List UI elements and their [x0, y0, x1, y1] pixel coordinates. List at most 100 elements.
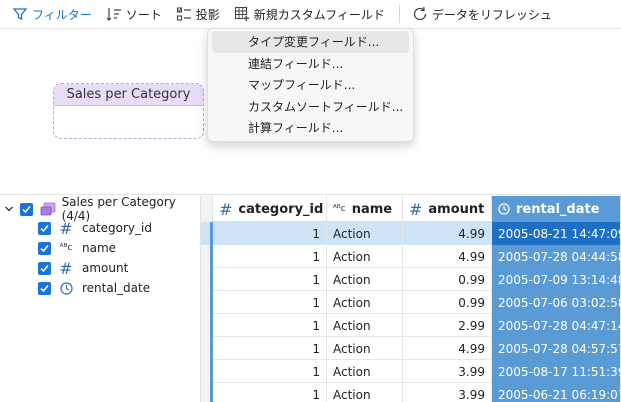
menu-item-map-field[interactable]: マップフィールド...: [212, 74, 409, 96]
refresh-button[interactable]: データをリフレッシュ: [412, 3, 552, 25]
checkbox-rental-date[interactable]: [38, 281, 51, 295]
table-row[interactable]: 1 Action 3.99 2005-06-21 06:19:07: [201, 383, 621, 402]
project-label: 投影: [195, 7, 220, 22]
filter-label: フィルター: [32, 7, 92, 22]
table-row[interactable]: 1 Action 4.99 2005-07-28 04:44:58: [201, 245, 621, 268]
table-cell[interactable]: 3.99: [403, 360, 492, 383]
tree-root[interactable]: Sales per Category (4/4): [4, 195, 200, 223]
column-header-category-id[interactable]: # category_id: [213, 196, 327, 222]
table-cell[interactable]: Action: [327, 360, 403, 383]
row-header[interactable]: [201, 268, 213, 291]
row-header[interactable]: [201, 360, 213, 383]
number-icon: #: [409, 199, 423, 219]
table-cell[interactable]: 0.99: [403, 268, 492, 291]
table-cell[interactable]: 1: [213, 222, 327, 245]
refresh-label: データをリフレッシュ: [431, 7, 552, 22]
column-header-amount[interactable]: # amount: [403, 196, 492, 222]
sort-button[interactable]: ソート: [106, 3, 162, 25]
tree-field-name[interactable]: ᴬᴮc name: [38, 238, 116, 258]
table-cell[interactable]: Action: [327, 291, 403, 314]
table-cell[interactable]: 1: [213, 383, 327, 402]
filter-button[interactable]: フィルター: [12, 3, 92, 25]
new-custom-field-menu: タイプ変更フィールド... 連結フィールド... マップフィールド... カスタ…: [207, 28, 414, 142]
filter-icon: [12, 6, 28, 22]
tree-field-category-id[interactable]: # category_id: [38, 218, 152, 238]
table-cell[interactable]: 2005-08-21 14:47:09: [492, 222, 621, 245]
new-custom-field-button[interactable]: 新規カスタムフィールド: [234, 3, 385, 25]
logical-table-name: Sales per Category: [54, 84, 203, 106]
table-cell[interactable]: 1: [213, 291, 327, 314]
table-cell[interactable]: 2005-08-17 11:51:39: [492, 360, 621, 383]
new-custom-field-label: 新規カスタムフィールド: [253, 7, 385, 22]
field-tree: Sales per Category (4/4) # category_id ᴬ…: [0, 195, 200, 402]
toolbar-separator: [398, 5, 400, 23]
tree-field-amount[interactable]: # amount: [38, 258, 128, 278]
table-row[interactable]: 1 Action 2.99 2005-07-28 04:47:14: [201, 314, 621, 337]
table-cell[interactable]: 4.99: [403, 245, 492, 268]
table-cell[interactable]: 1: [213, 337, 327, 360]
sort-icon: [106, 6, 122, 22]
datetime-icon: [498, 203, 510, 215]
table-row[interactable]: 1 Action 0.99 2005-07-09 13:14:48: [201, 268, 621, 291]
column-header-rental-date[interactable]: rental_date: [492, 196, 621, 222]
table-cell[interactable]: 1: [213, 268, 327, 291]
field-label: amount: [82, 261, 129, 275]
table-cell[interactable]: 0.99: [403, 291, 492, 314]
table-cell[interactable]: 2005-07-06 03:02:58: [492, 291, 621, 314]
chevron-down-icon[interactable]: [4, 204, 15, 214]
checkbox-amount[interactable]: [38, 261, 51, 275]
table-cell[interactable]: Action: [327, 245, 403, 268]
refresh-icon: [412, 6, 428, 22]
field-label: category_id: [82, 221, 152, 235]
menu-item-change-type-field[interactable]: タイプ変更フィールド...: [212, 31, 409, 53]
table-cell[interactable]: Action: [327, 268, 403, 291]
table-cell[interactable]: Action: [327, 383, 403, 402]
project-icon: [176, 6, 192, 22]
menu-item-concatenate-field[interactable]: 連結フィールド...: [212, 53, 409, 75]
string-icon: ᴬᴮc: [59, 243, 73, 253]
data-grid: # category_id ᴬᴮc name # amount rental_d…: [201, 196, 621, 402]
checkbox-category-id[interactable]: [38, 221, 51, 235]
project-button[interactable]: 投影: [176, 3, 220, 25]
table-cell[interactable]: 2005-07-28 04:44:58: [492, 245, 621, 268]
table-cell[interactable]: Action: [327, 314, 403, 337]
table-cell[interactable]: 2005-06-21 06:19:07: [492, 383, 621, 402]
column-header-name[interactable]: ᴬᴮc name: [327, 196, 403, 222]
row-header[interactable]: [201, 314, 213, 337]
tree-field-rental-date[interactable]: rental_date: [38, 278, 150, 298]
row-header[interactable]: [201, 222, 213, 245]
table-cell[interactable]: Action: [327, 222, 403, 245]
row-header[interactable]: [201, 337, 213, 360]
checkbox-name[interactable]: [38, 241, 51, 255]
table-cell[interactable]: 3.99: [403, 383, 492, 402]
grid-header: # category_id ᴬᴮc name # amount rental_d…: [201, 196, 621, 222]
row-header[interactable]: [201, 383, 213, 402]
logical-table-card[interactable]: Sales per Category: [53, 83, 204, 139]
checkbox-root[interactable]: [20, 202, 33, 216]
number-icon: #: [59, 258, 73, 278]
menu-item-custom-sort-field[interactable]: カスタムソートフィールド...: [212, 96, 409, 118]
row-header[interactable]: [201, 245, 213, 268]
table-cell[interactable]: 4.99: [403, 337, 492, 360]
table-cell[interactable]: Action: [327, 337, 403, 360]
table-cell[interactable]: 2005-07-28 04:57:57: [492, 337, 621, 360]
table-cell[interactable]: 2005-07-09 13:14:48: [492, 268, 621, 291]
table-row[interactable]: 1 Action 4.99 2005-08-21 14:47:09: [201, 222, 621, 245]
row-header[interactable]: [201, 291, 213, 314]
custom-field-icon: [234, 6, 250, 22]
field-label: rental_date: [82, 281, 151, 295]
table-cell[interactable]: 1: [213, 245, 327, 268]
table-row[interactable]: 1 Action 0.99 2005-07-06 03:02:58: [201, 291, 621, 314]
table-cell[interactable]: 1: [213, 360, 327, 383]
string-icon: ᴬᴮc: [333, 204, 346, 214]
table-row[interactable]: 1 Action 3.99 2005-08-17 11:51:39: [201, 360, 621, 383]
table-cell[interactable]: 2005-07-28 04:47:14: [492, 314, 621, 337]
table-cell[interactable]: 1: [213, 314, 327, 337]
table-cell[interactable]: 4.99: [403, 222, 492, 245]
table-cell[interactable]: 2.99: [403, 314, 492, 337]
menu-item-calculated-field[interactable]: 計算フィールド...: [212, 117, 409, 139]
table-row[interactable]: 1 Action 4.99 2005-07-28 04:57:57: [201, 337, 621, 360]
table-icon: [40, 202, 56, 216]
field-label: name: [82, 241, 117, 255]
toolbar: フィルター ソート 投影 新規カスタムフィールド データをリフレッシュ: [0, 0, 621, 29]
